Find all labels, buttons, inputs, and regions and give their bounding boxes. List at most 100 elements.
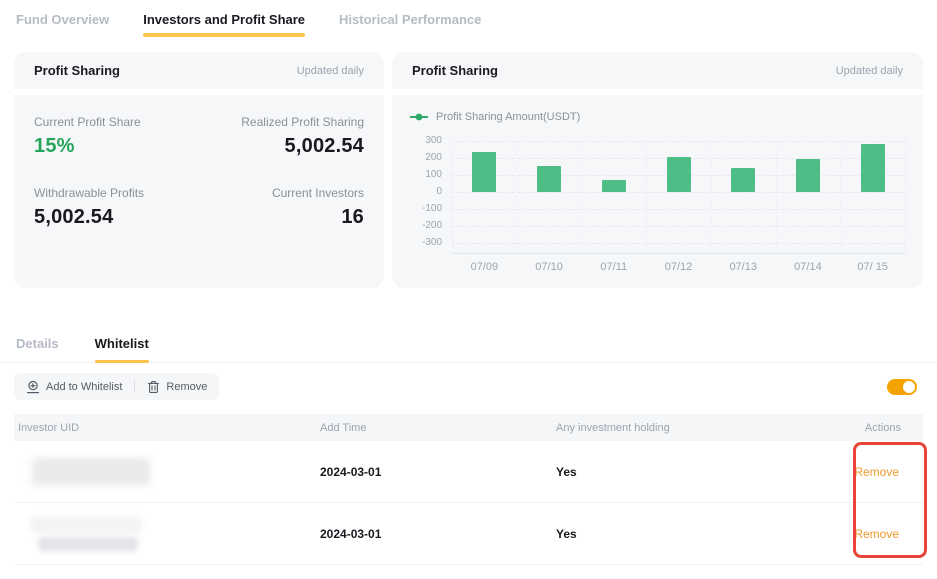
- profit-sharing-chart-card: Profit Sharing Updated daily Profit Shar…: [392, 52, 923, 288]
- blurred-uid: [32, 458, 150, 485]
- vertical-gridline: [905, 141, 906, 253]
- stat-label: Current Investors: [272, 186, 364, 200]
- header-tabs: Fund Overview Investors and Profit Share…: [0, 0, 937, 39]
- x-axis-tick: 07/09: [471, 261, 499, 273]
- stat-value: 16: [341, 206, 364, 229]
- table-row: 2024-03-01 Yes Remove: [14, 441, 923, 503]
- vertical-gridline: [776, 141, 777, 253]
- col-investor-uid: Investor UID: [18, 422, 320, 434]
- chart-bar: [796, 159, 820, 192]
- x-axis-tick: 07/12: [665, 261, 693, 273]
- stat-current-profit-share: Current Profit Share 15%: [34, 115, 199, 158]
- y-axis-tick: 300: [410, 135, 442, 146]
- table-header-row: Investor UID Add Time Any investment hol…: [14, 414, 923, 441]
- x-axis-tick: 07/11: [600, 261, 627, 273]
- tab-investors-and-profit-share[interactable]: Investors and Profit Share: [143, 12, 305, 39]
- vertical-gridline: [840, 141, 841, 253]
- stat-label: Realized Profit Sharing: [241, 115, 364, 129]
- row-remove-link[interactable]: Remove: [854, 465, 899, 479]
- x-axis-tick: 07/10: [535, 261, 563, 273]
- vertical-gridline: [646, 141, 647, 253]
- col-any-investment-holding: Any investment holding: [556, 422, 817, 434]
- x-axis-tick: 07/14: [794, 261, 822, 273]
- y-axis-tick: -300: [410, 237, 442, 248]
- chart-bar: [537, 166, 561, 192]
- fund-management-page: Fund Overview Investors and Profit Share…: [0, 0, 937, 579]
- add-time-cell: 2024-03-01: [320, 465, 556, 479]
- profit-chart: 07/0907/1007/1107/1207/1307/1407/ 15 300…: [410, 141, 911, 286]
- whitelist-toggle-switch[interactable]: [887, 379, 917, 395]
- chart-card-header: Profit Sharing Updated daily: [392, 52, 923, 95]
- toggle-knob: [903, 381, 915, 393]
- remove-button[interactable]: Remove: [135, 380, 219, 394]
- chart-card-updated-daily: Updated daily: [836, 65, 903, 77]
- chart-bar: [731, 168, 755, 192]
- tab-historical-performance[interactable]: Historical Performance: [339, 12, 481, 39]
- gridline: [452, 209, 905, 210]
- vertical-gridline: [581, 141, 582, 253]
- gridline: [452, 141, 905, 142]
- whitelist-toolbar: Add to Whitelist Remove: [14, 373, 917, 400]
- add-time-cell: 2024-03-01: [320, 527, 556, 541]
- chart-bar: [472, 152, 496, 192]
- gridline: [452, 243, 905, 244]
- stat-value: 15%: [34, 135, 199, 158]
- chart-bar: [602, 180, 626, 192]
- y-axis-tick: 200: [410, 152, 442, 163]
- table-row: 2024-03-01 Yes Remove: [14, 503, 923, 565]
- toolbar-button-group: Add to Whitelist Remove: [14, 373, 219, 400]
- add-to-whitelist-label: Add to Whitelist: [46, 381, 122, 393]
- stat-value: 5,002.54: [285, 135, 364, 158]
- tab-details[interactable]: Details: [16, 336, 59, 362]
- actions-cell: Remove: [817, 525, 913, 543]
- col-actions: Actions: [817, 422, 913, 434]
- stats-card-updated-daily: Updated daily: [297, 65, 364, 77]
- profit-sharing-stats-card: Profit Sharing Updated daily Current Pro…: [14, 52, 384, 288]
- y-axis-tick: 0: [410, 186, 442, 197]
- stats-grid: Current Profit Share 15% Realized Profit…: [14, 95, 384, 229]
- summary-cards-row: Profit Sharing Updated daily Current Pro…: [14, 52, 923, 288]
- row-remove-link[interactable]: Remove: [854, 527, 899, 541]
- add-to-whitelist-icon: [26, 380, 40, 394]
- stat-label: Current Profit Share: [34, 115, 199, 129]
- stat-withdrawable-profits: Withdrawable Profits 5,002.54: [34, 186, 199, 229]
- investor-uid-cell: [18, 517, 320, 551]
- legend-label: Profit Sharing Amount(USDT): [436, 111, 580, 123]
- chart-bar: [667, 157, 691, 192]
- chart-bar: [861, 144, 885, 192]
- holding-cell: Yes: [556, 465, 817, 479]
- tab-whitelist[interactable]: Whitelist: [95, 336, 149, 362]
- investor-uid-cell: [18, 458, 320, 485]
- remove-button-label: Remove: [166, 381, 207, 393]
- holding-cell: Yes: [556, 527, 817, 541]
- vertical-gridline: [711, 141, 712, 253]
- section-tabs: Details Whitelist: [0, 336, 937, 363]
- blurred-uid: [30, 517, 142, 533]
- stat-current-investors: Current Investors 16: [199, 186, 364, 229]
- col-add-time: Add Time: [320, 422, 556, 434]
- x-axis-tick: 07/13: [729, 261, 757, 273]
- stats-card-header: Profit Sharing Updated daily: [14, 52, 384, 95]
- actions-cell: Remove: [817, 463, 913, 481]
- y-axis-tick: 100: [410, 169, 442, 180]
- x-axis-tick: 07/ 15: [857, 261, 888, 273]
- gridline: [452, 226, 905, 227]
- stat-label: Withdrawable Profits: [34, 186, 199, 200]
- tab-fund-overview[interactable]: Fund Overview: [16, 12, 109, 39]
- trash-icon: [147, 380, 160, 394]
- gridline: [452, 192, 905, 193]
- vertical-gridline: [517, 141, 518, 253]
- add-to-whitelist-button[interactable]: Add to Whitelist: [14, 380, 134, 394]
- chart-legend: Profit Sharing Amount(USDT): [410, 111, 923, 123]
- chart-card-title: Profit Sharing: [412, 63, 498, 78]
- whitelist-table: Investor UID Add Time Any investment hol…: [0, 414, 937, 565]
- y-axis-tick: -100: [410, 203, 442, 214]
- stat-realized-profit-sharing: Realized Profit Sharing 5,002.54: [199, 115, 364, 158]
- stat-value: 5,002.54: [34, 206, 199, 229]
- y-axis-tick: -200: [410, 220, 442, 231]
- blurred-uid: [38, 537, 138, 551]
- vertical-gridline: [452, 141, 453, 253]
- legend-line-dot-icon: [410, 113, 428, 121]
- chart-plot: 07/0907/1007/1107/1207/1307/1407/ 15: [452, 141, 905, 254]
- stats-card-title: Profit Sharing: [34, 63, 120, 78]
